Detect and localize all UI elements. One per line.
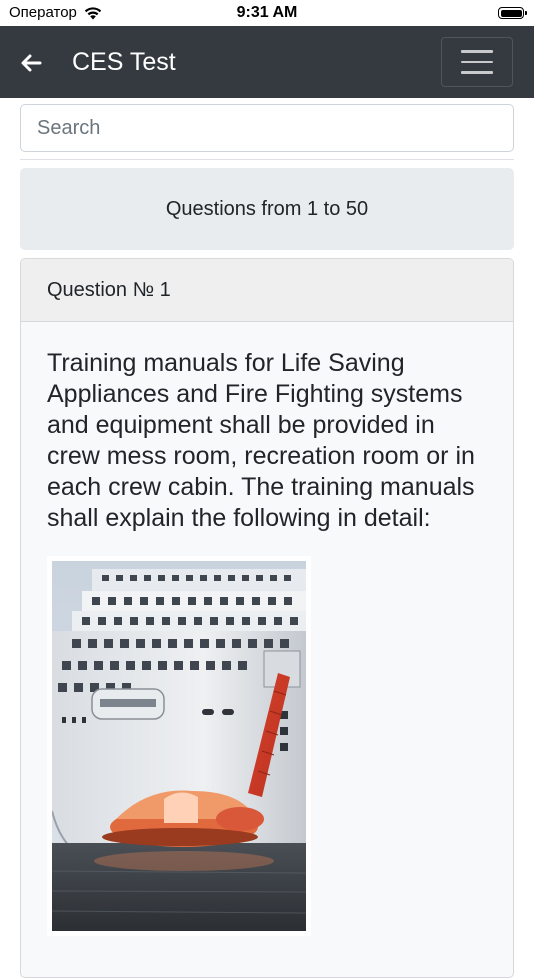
app-navbar: CES Test	[0, 26, 534, 98]
back-button[interactable]	[16, 48, 46, 78]
search-input[interactable]	[20, 104, 514, 152]
question-header: Question № 1	[21, 259, 513, 322]
arrow-left-icon	[21, 54, 42, 72]
question-text: Training manuals for Life Saving Applian…	[47, 349, 475, 532]
page-title: CES Test	[72, 48, 176, 76]
menu-toggle-button[interactable]	[441, 37, 513, 87]
question-body: Training manuals for Life Saving Applian…	[21, 322, 513, 936]
status-time: 9:31 AM	[236, 4, 298, 21]
status-bar: Оператор 9:31 AM	[0, 0, 534, 26]
cruise-ship-lifeboat-image	[52, 561, 306, 931]
question-image	[47, 556, 311, 936]
hamburger-icon	[461, 50, 493, 53]
divider	[20, 159, 514, 160]
question-range-banner[interactable]: Questions from 1 to 50	[20, 168, 514, 250]
battery-icon	[498, 7, 527, 19]
question-range-label: Questions from 1 to 50	[165, 197, 369, 220]
question-card: Question № 1 Training manuals for Life S…	[20, 258, 514, 978]
